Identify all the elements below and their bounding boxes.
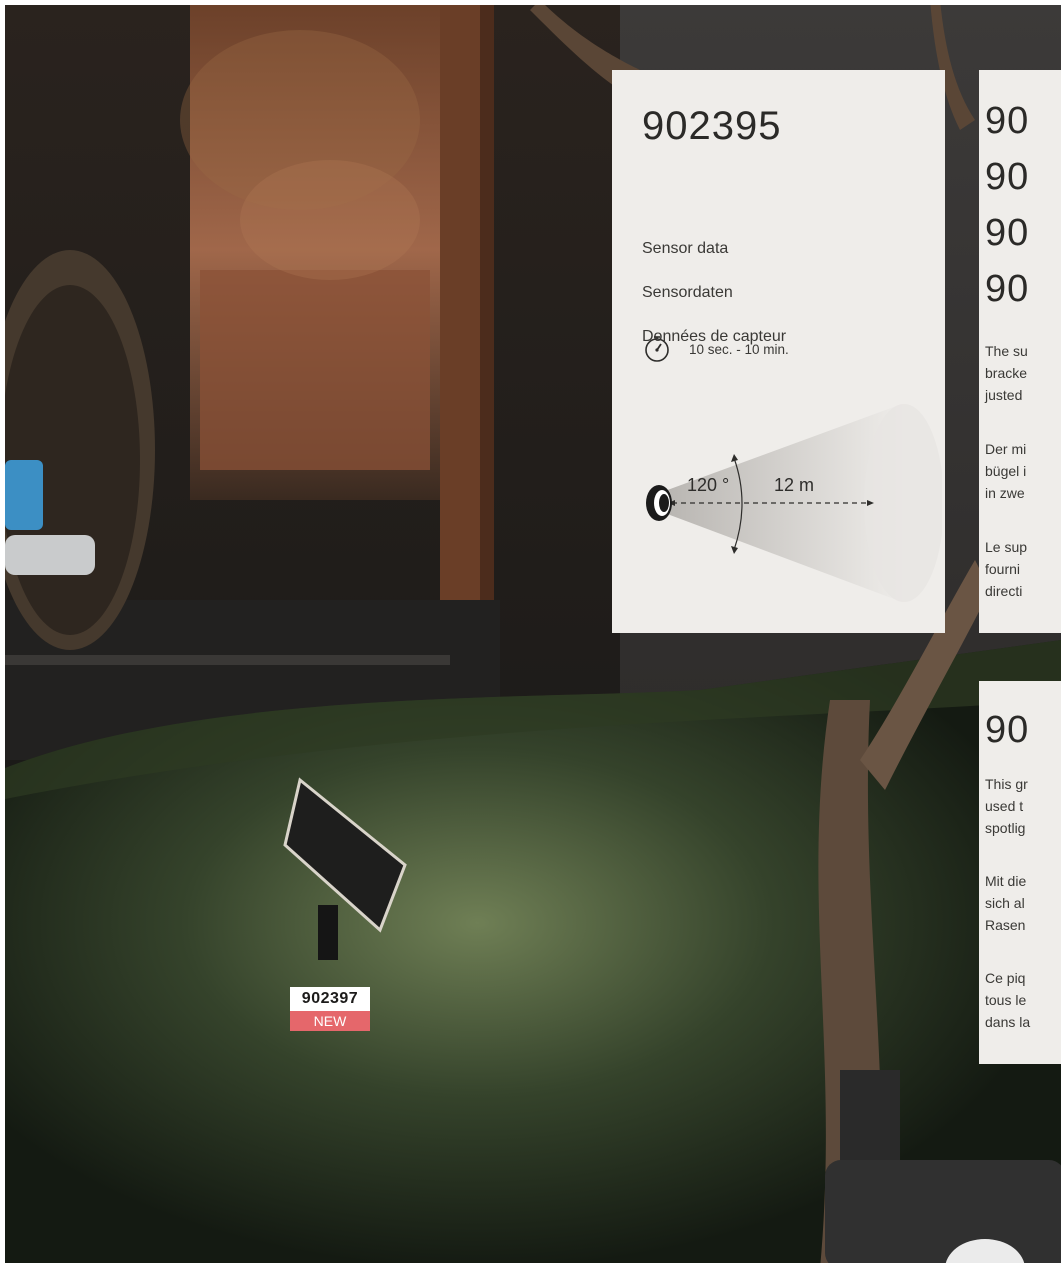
paragraph-de: Der mi bügel i in zwe	[985, 441, 1027, 501]
paragraph-de: Mit die sich al Rasen	[985, 873, 1027, 933]
distance-label: 12 m	[774, 475, 814, 495]
model-number: 902395	[642, 104, 782, 148]
model-number: 90	[985, 709, 1030, 751]
mounting-bracket-card: 90 90 90 90 The su bracke justed Der mi …	[979, 70, 1061, 633]
paragraph-fr: Le sup fourni directi	[985, 539, 1028, 599]
stopwatch-icon	[645, 336, 669, 362]
sensor-data-card: 902395 Sensor data Sensordaten Données d…	[612, 70, 945, 633]
new-tag: NEW	[290, 1011, 370, 1031]
sensor-label-de: Sensordaten	[642, 284, 733, 301]
page-margin-bottom	[0, 1263, 1061, 1269]
paragraph-en: This gr used t spotlig	[985, 776, 1028, 836]
motion-sensor-icon	[646, 485, 672, 521]
angle-label: 120 °	[687, 475, 729, 495]
detection-range-diagram: 120 ° 12 m	[646, 404, 942, 602]
timer-setting: 10 sec. - 10 min.	[642, 333, 789, 365]
timer-range: 10 sec. - 10 min.	[689, 341, 789, 357]
paragraph-fr: Ce piq tous le dans la	[985, 970, 1031, 1030]
product-code: 902397	[290, 987, 370, 1011]
model-number: 90	[985, 100, 1030, 142]
model-number: 90	[985, 268, 1030, 310]
model-number: 90	[985, 156, 1030, 198]
ground-spike-card: 90 This gr used t spotlig Mit die sich a…	[979, 681, 1061, 1064]
page-margin-top	[0, 0, 1061, 5]
page-margin-left	[0, 0, 5, 1269]
model-number: 90	[985, 212, 1030, 254]
paragraph-en: The su bracke justed	[985, 343, 1028, 403]
product-badge: 902397 NEW	[290, 987, 370, 1031]
sensor-label-en: Sensor data	[642, 240, 729, 257]
